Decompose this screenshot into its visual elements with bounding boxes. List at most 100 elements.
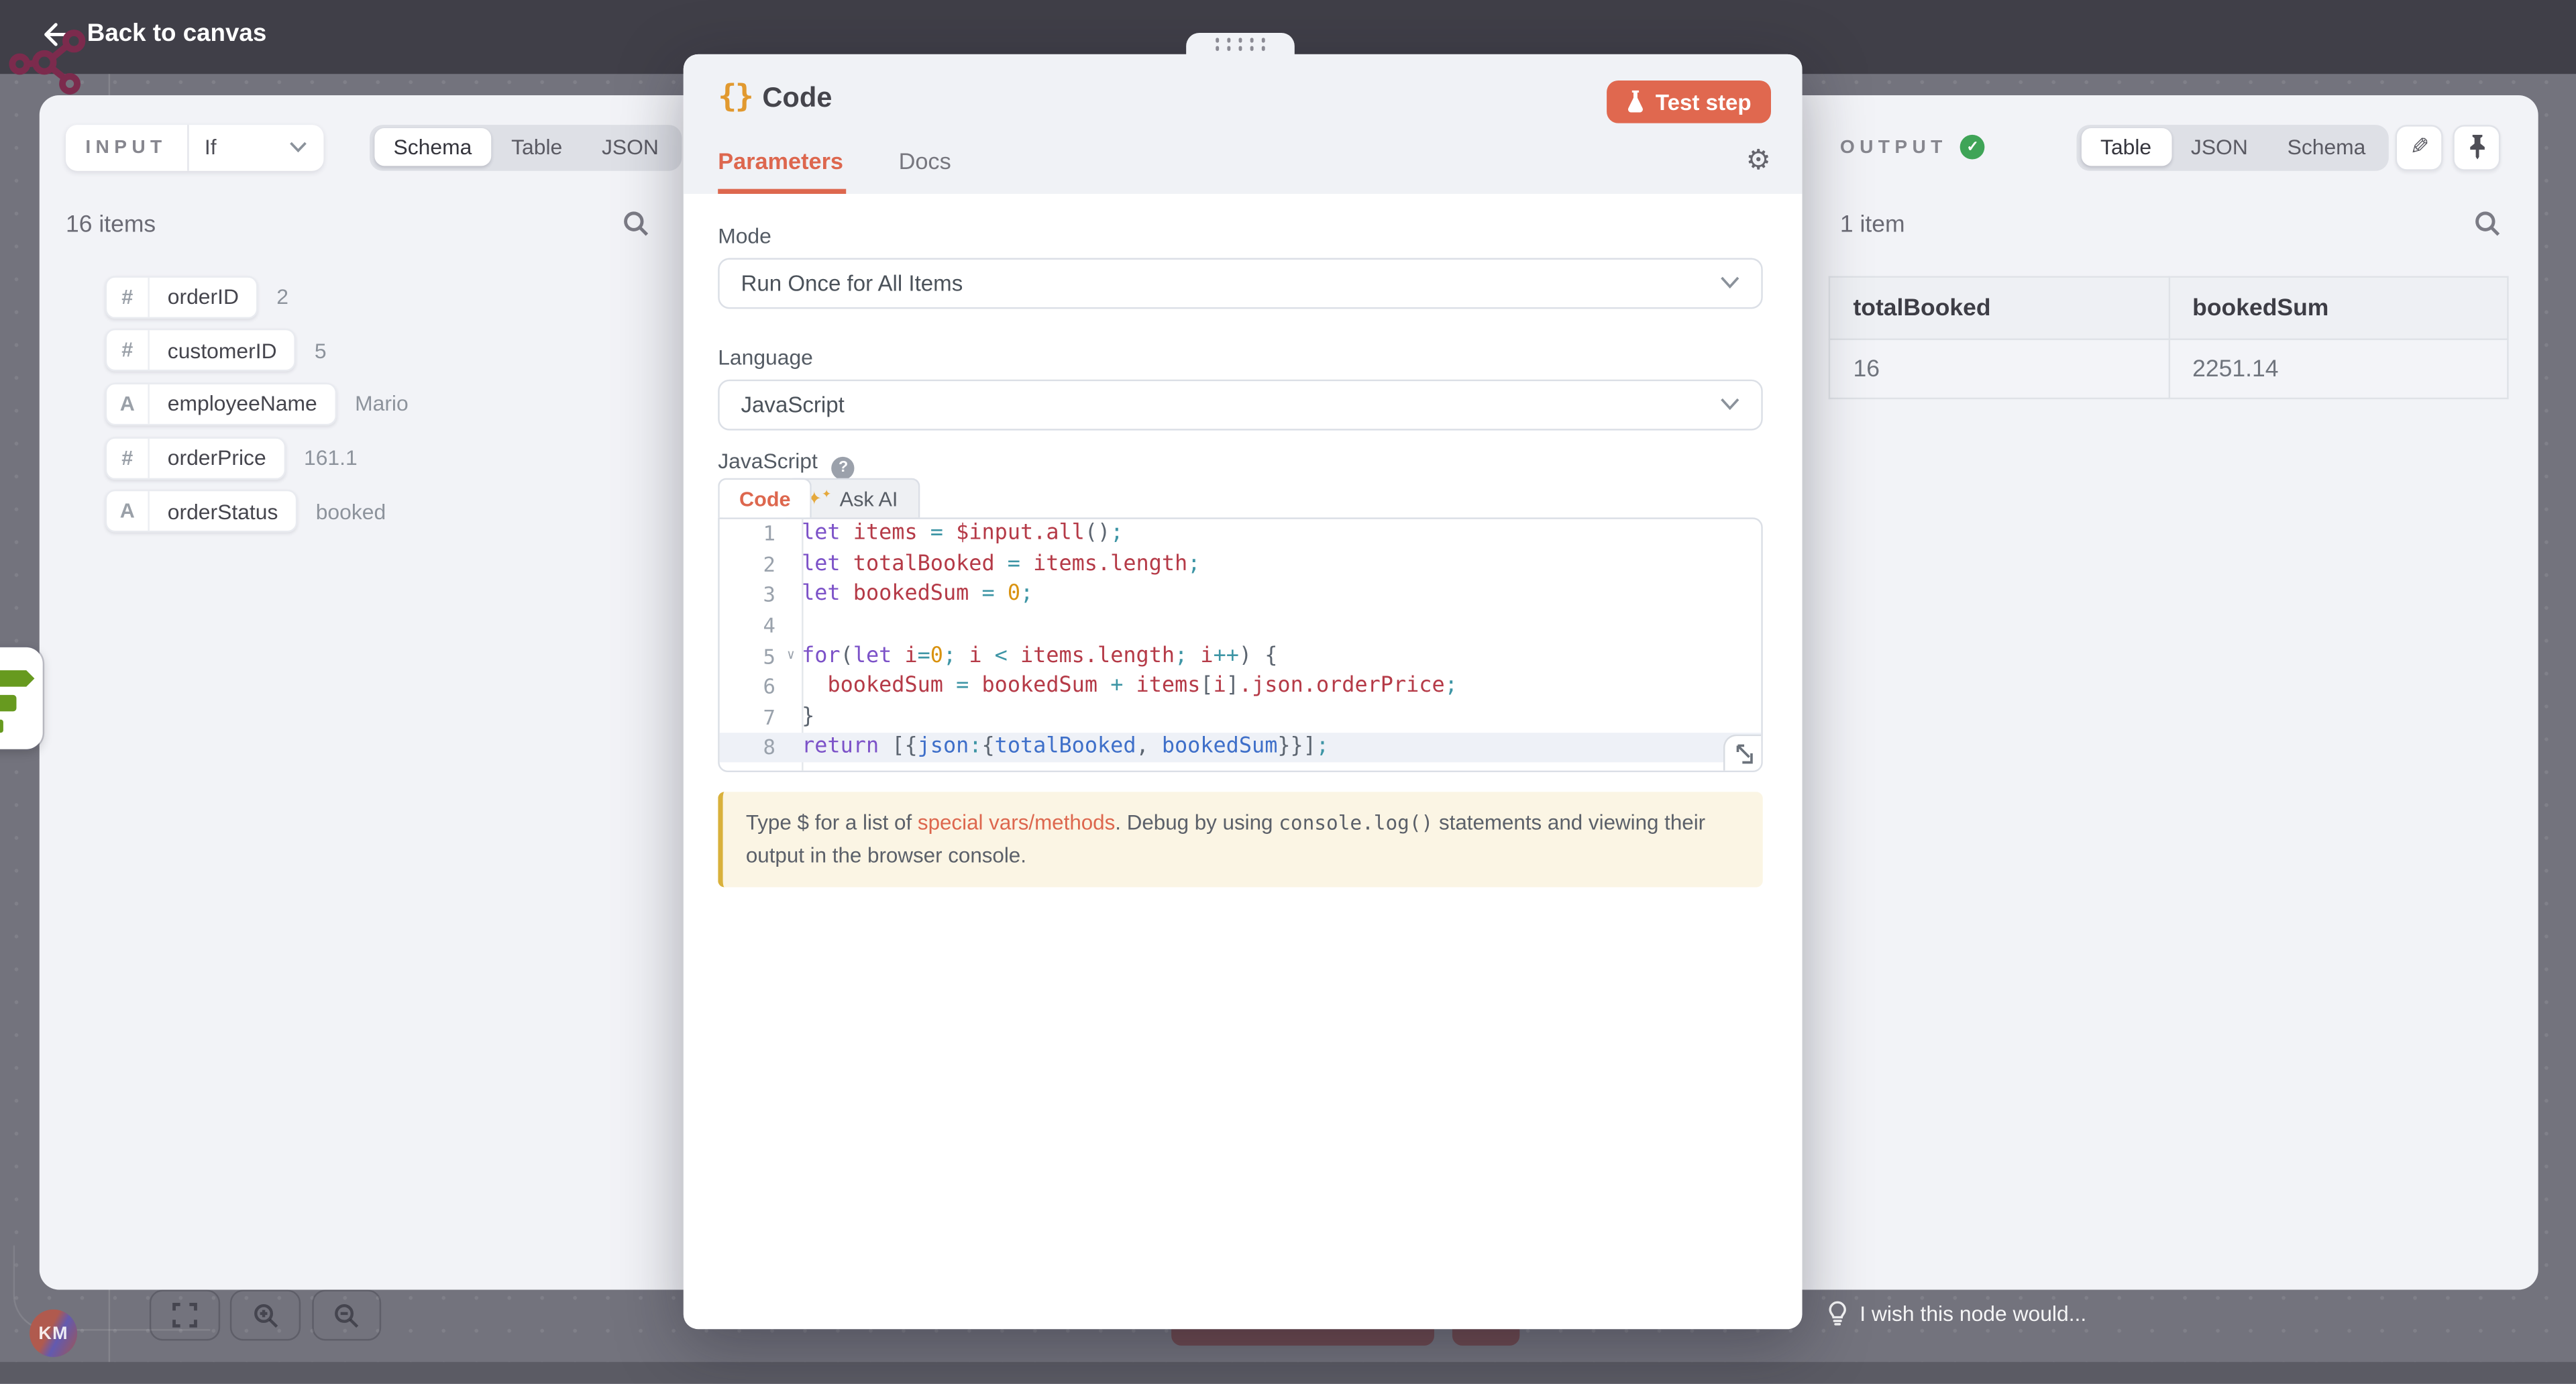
- field-type-icon: A: [107, 384, 150, 424]
- line-number: 3: [720, 582, 802, 607]
- canvas-node-if[interactable]: [0, 647, 43, 749]
- field-type-icon: #: [107, 331, 150, 370]
- schema-field-customerID[interactable]: #customerID5: [105, 329, 327, 372]
- input-source-group: INPUT If: [66, 124, 323, 170]
- test-step-label: Test step: [1656, 89, 1752, 114]
- code-line[interactable]: 1let items = $input.all();: [720, 519, 1762, 549]
- mode-value: Run Once for All Items: [741, 270, 963, 295]
- input-source-value: If: [205, 135, 217, 160]
- schema-pill[interactable]: #orderID: [105, 275, 259, 318]
- code-editor[interactable]: 1let items = $input.all();2let totalBook…: [718, 517, 1763, 771]
- tab-docs[interactable]: Docs: [899, 148, 951, 174]
- code-line[interactable]: 3let bookedSum = 0;: [720, 580, 1762, 610]
- input-tab-json[interactable]: JSON: [582, 128, 679, 166]
- input-view-tabs: SchemaTableJSON: [370, 124, 682, 170]
- chevron-down-icon: [1720, 276, 1739, 289]
- fit-view-button[interactable]: [150, 1289, 220, 1340]
- user-avatar[interactable]: KM: [30, 1310, 77, 1357]
- field-name: orderPrice: [150, 438, 284, 478]
- hint-text: Type $ for a list of: [746, 809, 918, 834]
- field-value: booked: [316, 499, 386, 524]
- language-select[interactable]: JavaScript: [718, 378, 1763, 429]
- language-value: JavaScript: [741, 392, 844, 417]
- output-header: OUTPUT ✓: [1840, 135, 1985, 160]
- input-source-select[interactable]: If: [188, 135, 323, 160]
- test-step-button[interactable]: Test step: [1606, 81, 1771, 123]
- special-vars-link[interactable]: special vars/methods: [918, 809, 1115, 834]
- drag-dots-icon: [1215, 38, 1266, 51]
- input-tab-schema[interactable]: Schema: [374, 128, 492, 166]
- expand-icon: [1732, 742, 1754, 763]
- node-feedback-link[interactable]: I wish this node would...: [1827, 1299, 2086, 1326]
- table-cell: 16: [1829, 339, 2169, 398]
- output-tab-table[interactable]: Table: [2081, 128, 2171, 166]
- schema-field-orderPrice[interactable]: #orderPrice 161.1: [105, 436, 358, 479]
- input-items-count: 16 items: [66, 212, 156, 238]
- pin-data-button[interactable]: [2453, 124, 2500, 170]
- code-text: return [{json:{totalBooked, bookedSum}}]…: [802, 735, 1329, 760]
- editor-label-text: JavaScript: [718, 449, 818, 474]
- output-column-totalBooked: totalBooked: [1829, 277, 2169, 339]
- schema-pill[interactable]: AemployeeName: [105, 382, 337, 425]
- output-items-count: 1 item: [1840, 212, 1905, 238]
- zoom-in-button[interactable]: [230, 1289, 301, 1340]
- output-tab-schema[interactable]: Schema: [2267, 128, 2385, 166]
- schema-pill[interactable]: #customerID: [105, 329, 297, 372]
- code-line[interactable]: 7}: [720, 702, 1762, 733]
- code-line[interactable]: 6 bookedSum = bookedSum + items[i].json.…: [720, 671, 1762, 702]
- schema-field-orderStatus[interactable]: AorderStatus booked: [105, 490, 386, 533]
- edit-output-button[interactable]: ✎: [2396, 124, 2443, 170]
- code-line[interactable]: 2let totalBooked = items.length;: [720, 549, 1762, 580]
- code-text: let items = $input.all();: [802, 521, 1123, 546]
- field-type-icon: #: [107, 277, 150, 317]
- avatar-initials: KM: [38, 1324, 68, 1343]
- output-search-icon[interactable]: [2474, 210, 2500, 236]
- code-line[interactable]: 8return [{json:{totalBooked, bookedSum}}…: [720, 732, 1762, 763]
- table-row[interactable]: 162251.14: [1829, 339, 2508, 398]
- code-text: }: [802, 704, 814, 729]
- tab-parameters[interactable]: Parameters: [718, 148, 843, 174]
- field-value: Mario: [355, 392, 409, 417]
- field-value: 2: [276, 284, 288, 309]
- schema-pill[interactable]: AorderStatus: [105, 490, 298, 533]
- schema-field-orderID[interactable]: #orderID 2: [105, 275, 288, 318]
- modal-header: [684, 54, 1803, 194]
- schema-field-employeeName[interactable]: AemployeeName Mario: [105, 382, 409, 425]
- code-text: let totalBooked = items.length;: [802, 552, 1200, 577]
- fit-view-icon: [172, 1303, 197, 1328]
- editor-hint: Type $ for a list of special vars/method…: [718, 791, 1763, 888]
- line-number: 6: [720, 674, 802, 699]
- modal-drag-handle[interactable]: [1186, 33, 1295, 56]
- code-line[interactable]: 5∨for(let i=0; i < items.length; i++) {: [720, 641, 1762, 672]
- expand-editor-button[interactable]: [1723, 733, 1761, 769]
- schema-pill[interactable]: #orderPrice: [105, 436, 286, 479]
- input-title: INPUT: [66, 137, 186, 156]
- field-type-icon: A: [107, 492, 150, 531]
- output-table: totalBookedbookedSum 162251.14: [1829, 276, 2509, 399]
- line-number: 1: [720, 521, 802, 546]
- output-column-bookedSum: bookedSum: [2169, 277, 2508, 339]
- code-node-modal: {} Code Test step Parameters Docs ⚙ Mode…: [684, 54, 1803, 1329]
- inline-code: console.log(): [1279, 811, 1433, 834]
- field-name: employeeName: [150, 384, 335, 424]
- node-title: Code: [762, 82, 832, 115]
- lightbulb-icon: [1827, 1299, 1848, 1326]
- settings-gear-icon[interactable]: ⚙: [1746, 146, 1771, 174]
- field-value: 161.1: [304, 445, 358, 470]
- output-title: OUTPUT: [1840, 137, 1947, 156]
- zoom-out-button[interactable]: [312, 1289, 381, 1340]
- input-tab-table[interactable]: Table: [492, 128, 582, 166]
- line-number: 2: [720, 552, 802, 577]
- editor-tab-code[interactable]: Code: [718, 478, 812, 518]
- input-search-icon[interactable]: [623, 210, 649, 236]
- output-tab-json[interactable]: JSON: [2171, 128, 2268, 166]
- help-icon[interactable]: ?: [832, 456, 855, 479]
- zoom-out-icon: [333, 1302, 360, 1328]
- fold-chevron-icon[interactable]: ∨: [787, 647, 795, 662]
- node-feedback-label: I wish this node would...: [1860, 1300, 2086, 1325]
- code-line[interactable]: 4: [720, 610, 1762, 641]
- line-number: 4: [720, 613, 802, 638]
- mode-select[interactable]: Run Once for All Items: [718, 257, 1763, 308]
- editor-tab-code-label: Code: [739, 487, 791, 510]
- flask-icon: [1626, 91, 1644, 113]
